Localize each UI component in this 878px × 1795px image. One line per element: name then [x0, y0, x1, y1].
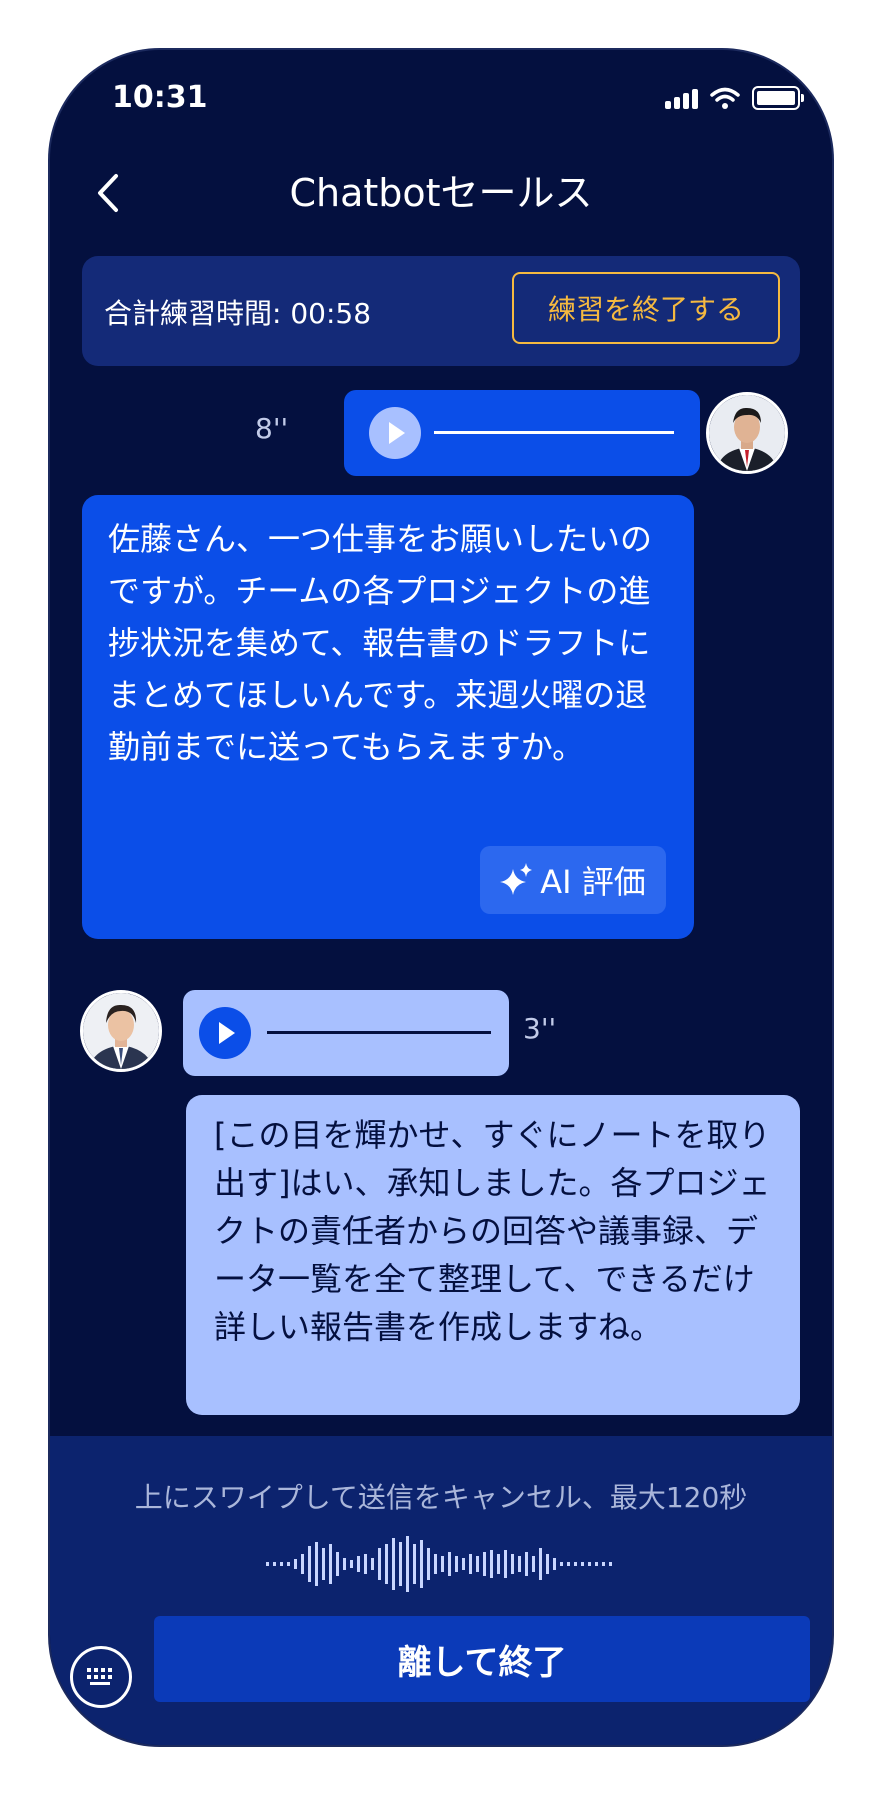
- sparkle-icon: [500, 863, 533, 895]
- recording-panel: 上にスワイプして送信をキャンセル、最大120秒 離して終了: [50, 1436, 832, 1745]
- audio-progress: [267, 1031, 491, 1034]
- status-time: 10:31: [112, 80, 208, 115]
- audio-duration: 3'': [523, 1012, 557, 1045]
- total-practice-time: 合計練習時間: 00:58: [104, 297, 372, 330]
- signal-icon: [665, 87, 698, 109]
- message-text: [この目を輝かせ、すぐにノートを取り出す]はい、承知しました。各プロジェクトの責…: [214, 1116, 771, 1346]
- audio-duration: 8'': [255, 412, 289, 445]
- keyboard-toggle-button[interactable]: [70, 1646, 132, 1708]
- ai-evaluation-button[interactable]: AI 評価: [480, 846, 666, 914]
- release-to-end-button[interactable]: 離して終了: [154, 1616, 810, 1702]
- avatar: [706, 392, 788, 474]
- play-icon[interactable]: [199, 1007, 251, 1059]
- message-text: 佐藤さん、一つ仕事をお願いしたいのですが。チームの各プロジェクトの進捗状況を集め…: [108, 520, 653, 766]
- practice-bar: 合計練習時間: 00:58 練習を終了する: [82, 256, 800, 366]
- end-practice-button[interactable]: 練習を終了する: [512, 272, 780, 344]
- audio-message[interactable]: [344, 390, 700, 476]
- avatar: [80, 990, 162, 1072]
- waveform-icon: [266, 1536, 612, 1592]
- wifi-icon: [710, 87, 740, 109]
- audio-progress: [434, 431, 674, 434]
- status-icons: [665, 86, 804, 110]
- play-icon[interactable]: [369, 407, 421, 459]
- trainer-message-bubble: 佐藤さん、一つ仕事をお願いしたいのですが。チームの各プロジェクトの進捗状況を集め…: [82, 495, 694, 939]
- page-title: Chatbotセールス: [289, 171, 593, 215]
- user-message-bubble: [この目を輝かせ、すぐにノートを取り出す]はい、承知しました。各プロジェクトの責…: [186, 1095, 800, 1415]
- keyboard-icon: [87, 1668, 112, 1685]
- battery-icon: [752, 86, 804, 110]
- cancel-hint: 上にスワイプして送信をキャンセル、最大120秒: [134, 1481, 748, 1514]
- phone-screen: 10:31 Chatbotセールス 合計練習時間: 00:58 練習を終了する …: [50, 50, 832, 1745]
- audio-message[interactable]: [183, 990, 509, 1076]
- ai-evaluation-label: AI 評価: [540, 863, 646, 901]
